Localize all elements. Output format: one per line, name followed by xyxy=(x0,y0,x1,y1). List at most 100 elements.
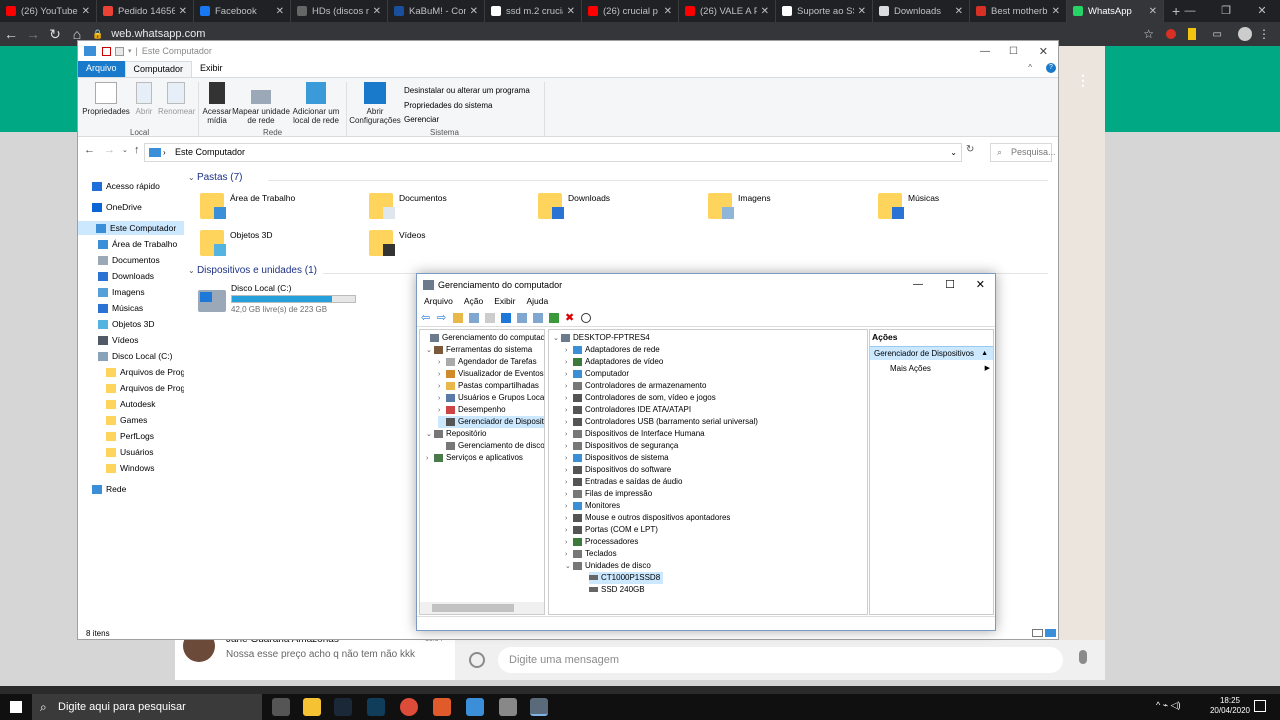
restore-icon[interactable]: ❐ xyxy=(1208,0,1244,22)
help-icon[interactable] xyxy=(501,312,511,323)
device-category[interactable]: › Mouse e outros dispositivos apontadores xyxy=(565,512,730,524)
browser-tab[interactable]: (26) YouTube ✕ xyxy=(0,0,97,22)
nav-item[interactable]: Downloads xyxy=(78,269,184,283)
url-bar[interactable]: web.whatsapp.com xyxy=(111,28,205,40)
lock-icon[interactable]: 🔒 xyxy=(92,29,103,40)
disk-device[interactable]: SSD 240GB xyxy=(589,584,645,596)
console-tree-item[interactable]: › Pastas compartilhadas xyxy=(438,380,539,392)
expander-icon[interactable]: ⌄ xyxy=(426,429,434,441)
maximize-icon[interactable]: ☐ xyxy=(1009,46,1018,57)
nav-item[interactable]: Área de Trabalho xyxy=(78,237,184,251)
map-network-drive-button[interactable]: Mapear unidade de rede xyxy=(232,82,290,125)
nav-item[interactable]: Este Computador xyxy=(78,221,184,235)
browser-tab[interactable]: Suporte ao SS ✕ xyxy=(776,0,873,22)
tab-computador[interactable]: Computador xyxy=(124,61,193,77)
open-settings-button[interactable]: Abrir Configurações xyxy=(348,82,402,125)
scrollbar-thumb[interactable] xyxy=(432,604,514,612)
minimize-icon[interactable]: — xyxy=(913,279,923,290)
refresh-icon[interactable]: ↻ xyxy=(966,144,974,155)
menu-arquivo[interactable]: Arquivo xyxy=(420,295,457,309)
device-category[interactable]: › Portas (COM e LPT) xyxy=(565,524,658,536)
details-view-icon[interactable] xyxy=(1032,629,1043,637)
horizontal-scrollbar[interactable] xyxy=(420,602,544,614)
maximize-icon[interactable]: ☐ xyxy=(945,278,955,291)
device-root[interactable]: ⌄ DESKTOP-FPTRES4 xyxy=(553,332,650,344)
browser-tab[interactable]: WhatsApp ✕ xyxy=(1067,0,1164,22)
close-tab-icon[interactable]: ✕ xyxy=(179,6,187,17)
devices-section-header[interactable]: ⌄ Dispositivos e unidades (1) xyxy=(188,265,317,276)
nav-item[interactable]: Documentos xyxy=(78,253,184,267)
console-tree-item[interactable]: › Usuários e Grupos Loca xyxy=(438,392,544,404)
large-icons-view-icon[interactable] xyxy=(1045,629,1056,637)
up-icon[interactable]: ↑ xyxy=(134,144,140,156)
back-icon[interactable]: ← xyxy=(0,26,22,42)
close-tab-icon[interactable]: ✕ xyxy=(276,6,284,17)
uninstall-program-link[interactable]: Desinstalar ou alterar um programa xyxy=(404,84,530,99)
device-category[interactable]: › Teclados xyxy=(565,548,617,560)
new-folder-icon[interactable] xyxy=(115,46,124,56)
recent-locations-icon[interactable]: ⌄ xyxy=(122,146,128,154)
menu-acao[interactable]: Ação xyxy=(460,295,487,309)
close-tab-icon[interactable]: ✕ xyxy=(82,6,90,17)
back-icon[interactable]: ← xyxy=(84,144,95,156)
nav-item[interactable]: Rede xyxy=(78,482,184,496)
console-tree-item[interactable]: ⌄ Ferramentas do sistema xyxy=(426,344,532,356)
access-media-button[interactable]: Acessar mídia xyxy=(202,82,232,125)
device-category[interactable]: › Adaptadores de rede xyxy=(565,344,660,356)
forward-icon[interactable]: ⇨ xyxy=(437,312,447,323)
close-tab-icon[interactable]: ✕ xyxy=(1149,6,1157,17)
app-icon[interactable] xyxy=(499,698,517,716)
close-tab-icon[interactable]: ✕ xyxy=(470,6,478,17)
console-tree-item[interactable]: Gerenciamento de disco xyxy=(438,440,544,452)
extension-icon[interactable] xyxy=(1166,29,1176,39)
nav-item[interactable]: Objetos 3D xyxy=(78,317,184,331)
properties-button[interactable]: Propriedades xyxy=(82,82,130,116)
address-dropdown-icon[interactable]: ⌄ xyxy=(950,144,957,161)
emoji-icon[interactable] xyxy=(469,652,485,668)
close-tab-icon[interactable]: ✕ xyxy=(373,6,381,17)
nav-item[interactable]: OneDrive xyxy=(78,200,184,214)
tab-arquivo[interactable]: Arquivo xyxy=(78,61,125,77)
device-category[interactable]: › Dispositivos de sistema xyxy=(565,452,669,464)
up-folder-icon[interactable] xyxy=(453,312,463,323)
folder-item[interactable]: Downloads xyxy=(538,193,610,219)
tab-exibir[interactable]: Exibir xyxy=(192,61,231,77)
breadcrumb-separator-icon[interactable]: › xyxy=(163,144,166,161)
nav-item[interactable]: Acesso rápido xyxy=(78,179,184,193)
app-icon[interactable] xyxy=(433,698,451,716)
forward-icon[interactable]: → xyxy=(104,144,115,156)
folder-item[interactable]: Imagens xyxy=(708,193,771,219)
rename-button[interactable]: Renomear xyxy=(158,82,195,116)
microphone-icon[interactable] xyxy=(1079,650,1087,664)
monitor-icon[interactable] xyxy=(533,312,543,323)
device-category[interactable]: ⌄ Unidades de disco xyxy=(565,560,651,572)
device-category[interactable]: › Dispositivos de Interface Humana xyxy=(565,428,705,440)
console-tree-item[interactable]: Gerenciador de Disposit xyxy=(438,416,544,428)
device-category[interactable]: › Controladores de armazenamento xyxy=(565,380,706,392)
close-icon[interactable]: ✕ xyxy=(976,278,985,291)
nav-item[interactable]: Imagens xyxy=(78,285,184,299)
system-properties-link[interactable]: Propriedades do sistema xyxy=(404,99,530,114)
device-category[interactable]: › Adaptadores de vídeo xyxy=(565,356,663,368)
clock[interactable]: 18:25 20/04/2020 xyxy=(1210,696,1250,716)
expander-icon[interactable]: ⌄ xyxy=(553,333,561,345)
action-pane-icon[interactable] xyxy=(517,312,527,323)
menu-dots-icon[interactable]: ⋮ xyxy=(1076,72,1090,89)
file-explorer-taskbar-icon[interactable] xyxy=(303,698,321,716)
bookmark-star-icon[interactable]: ☆ xyxy=(1143,27,1154,41)
folder-item[interactable]: Vídeos xyxy=(369,230,425,256)
nav-item[interactable]: Windows xyxy=(78,461,184,475)
close-tab-icon[interactable]: ✕ xyxy=(567,6,575,17)
close-icon[interactable]: ✕ xyxy=(1244,0,1280,22)
nav-item[interactable]: Arquivos de Progr xyxy=(78,381,184,395)
notifications-icon[interactable] xyxy=(1254,700,1266,712)
close-tab-icon[interactable]: ✕ xyxy=(955,6,963,17)
close-icon[interactable]: ✕ xyxy=(1039,45,1048,58)
windows-start-icon[interactable] xyxy=(10,701,22,713)
folders-section-header[interactable]: ⌄ Pastas (7) xyxy=(188,172,243,183)
device-category[interactable]: › Controladores USB (barramento serial un… xyxy=(565,416,758,428)
disk-name[interactable]: Disco Local (C:) xyxy=(231,283,291,293)
task-view-icon[interactable] xyxy=(272,698,290,716)
scan-hardware-icon[interactable] xyxy=(581,312,591,323)
search-input[interactable]: ⌕ Pesquisa... xyxy=(990,143,1056,162)
